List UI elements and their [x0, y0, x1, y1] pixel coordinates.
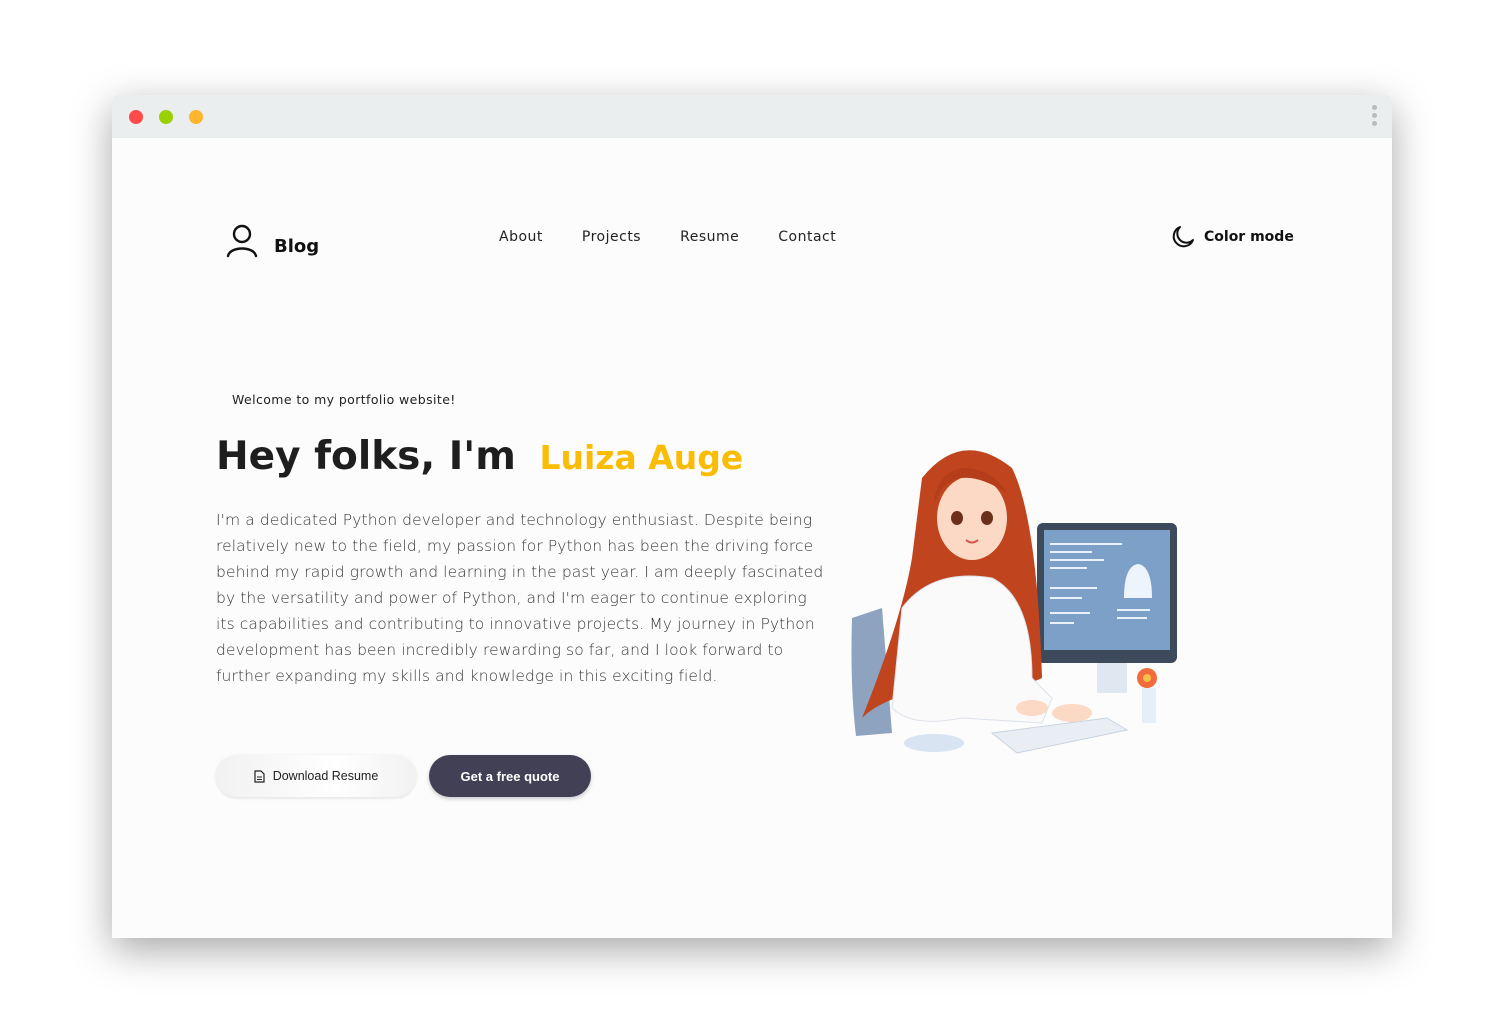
- download-resume-label: Download Resume: [272, 769, 379, 783]
- bio-line: further expanding my skills and knowledg…: [216, 667, 718, 685]
- bio-line: development has been incredibly rewardin…: [216, 641, 784, 659]
- free-quote-button[interactable]: Get a free quote: [429, 755, 591, 797]
- moon-icon: [1172, 226, 1194, 248]
- bio-line: behind my rapid growth and learning in t…: [216, 563, 824, 581]
- hero-name: Luiza Auge: [539, 438, 744, 477]
- greeting: Hey folks, I'm: [216, 434, 516, 479]
- logo-link[interactable]: Blog: [224, 222, 319, 258]
- browser-window: Blog About Projects Resume Contact Color…: [112, 95, 1392, 938]
- color-mode-toggle[interactable]: Color mode: [1170, 224, 1294, 250]
- bio-line: relatively new to the field, my passion …: [216, 537, 814, 555]
- bio-line: I'm a dedicated Python developer and tec…: [216, 511, 813, 529]
- nav-resume[interactable]: Resume: [680, 229, 739, 245]
- logo-text: Blog: [274, 235, 320, 257]
- more-options-icon[interactable]: [1372, 105, 1378, 129]
- color-mode-label: Color mode: [1204, 229, 1294, 245]
- document-icon: [254, 769, 265, 783]
- main-nav: About Projects Resume Contact: [499, 229, 836, 245]
- maximize-button[interactable]: [189, 110, 203, 124]
- page: Blog About Projects Resume Contact Color…: [112, 138, 1392, 938]
- user-icon: [226, 224, 258, 258]
- hero-heading: Hey folks, I'm Luiza Auge: [216, 434, 743, 479]
- bio-line: by the versatility and power of Python, …: [216, 589, 807, 607]
- nav-projects[interactable]: Projects: [582, 229, 641, 245]
- developer-illustration: [851, 450, 1177, 754]
- title-bar: [112, 95, 1392, 138]
- nav-contact[interactable]: Contact: [778, 229, 836, 245]
- close-button[interactable]: [129, 110, 143, 124]
- download-resume-button[interactable]: Download Resume: [216, 755, 416, 797]
- nav-about[interactable]: About: [499, 229, 543, 245]
- welcome-text: Welcome to my portfolio website!: [232, 392, 456, 407]
- minimize-button[interactable]: [159, 110, 173, 124]
- bio-paragraph: I'm a dedicated Python developer and tec…: [216, 507, 823, 689]
- bio-line: its capabilities and contributing to inn…: [216, 615, 815, 633]
